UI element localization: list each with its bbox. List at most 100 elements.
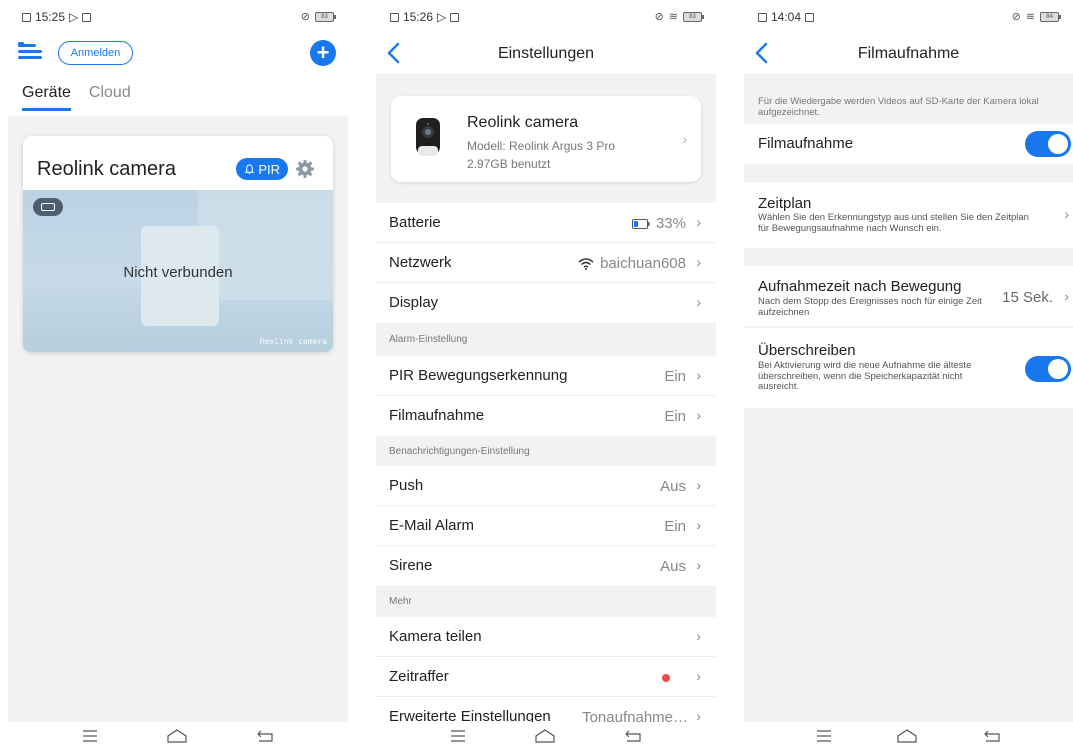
return-icon[interactable]	[982, 729, 1002, 743]
row-label: E-Mail Alarm	[389, 517, 475, 534]
chevron-right-icon: ›	[696, 477, 701, 493]
row-value: Aus	[660, 558, 686, 575]
camera-name: Reolink camera	[37, 158, 176, 180]
row-value: Ein	[664, 368, 686, 385]
return-icon[interactable]	[255, 729, 275, 743]
section-alarm: Alarm-Einstellung	[376, 324, 716, 354]
menu-icon[interactable]	[18, 42, 42, 60]
row-label: Filmaufnahme	[758, 135, 854, 152]
section-title: Mehr	[389, 596, 412, 607]
row-overwrite: Überschreiben Bei Aktivierung wird die n…	[744, 328, 1073, 408]
tab-devices[interactable]: Geräte	[22, 84, 71, 111]
section-title: Benachrichtigungen-Einstellung	[389, 446, 530, 457]
recent-apps-icon[interactable]	[449, 729, 467, 743]
device-card[interactable]: Reolink camera Modell: Reolink Argus 3 P…	[391, 96, 701, 182]
row-description: Nach dem Stopp des Ereignisses noch für …	[758, 296, 982, 318]
row-label: Kamera teilen	[389, 628, 482, 645]
play-icon: ▷	[69, 10, 79, 24]
mute-icon: ⊘	[1011, 11, 1021, 23]
play-icon: ▷	[437, 10, 447, 24]
pir-badge[interactable]: PIR	[236, 158, 288, 180]
recent-apps-icon[interactable]	[81, 729, 99, 743]
status-bar: 14:04 ⊘ ≋ 84	[744, 0, 1073, 34]
chevron-right-icon: ›	[696, 557, 701, 573]
chevron-right-icon: ›	[696, 407, 701, 423]
gear-icon[interactable]	[295, 159, 315, 179]
row-display[interactable]: Display ›	[376, 283, 716, 323]
notification-icon	[22, 12, 31, 22]
battery-indicator	[33, 198, 63, 216]
notification-icon	[390, 12, 399, 22]
row-recording[interactable]: Filmaufnahme Ein ›	[376, 396, 716, 436]
row-description: Bei Aktivierung wird die neue Aufnahme d…	[758, 360, 972, 392]
new-badge-dot	[662, 674, 670, 682]
row-label: Überschreiben	[758, 342, 856, 359]
row-label: Zeitraffer	[389, 668, 449, 685]
home-icon[interactable]	[533, 728, 557, 744]
home-icon[interactable]	[165, 728, 189, 744]
battery-icon: 84	[1040, 11, 1061, 22]
wifi-status-icon: ≋	[668, 11, 678, 23]
system-nav-bar	[376, 722, 716, 749]
row-value: 15 Sek.	[1002, 289, 1053, 306]
bell-icon	[244, 163, 255, 174]
return-icon[interactable]	[623, 729, 643, 743]
battery-icon	[631, 218, 650, 229]
row-label: Filmaufnahme	[389, 407, 485, 424]
row-pir-detection[interactable]: PIR Bewegungserkennung Ein ›	[376, 356, 716, 396]
row-network[interactable]: Netzwerk baichuan608 ›	[376, 243, 716, 283]
chevron-right-icon: ›	[1064, 206, 1069, 222]
row-recording-toggle: Filmaufnahme	[744, 124, 1073, 164]
login-button[interactable]: Anmelden	[58, 41, 133, 65]
device-list-screen: 15:25 ▷ ⊘ 83 Anmelden + Geräte Cloud Reo…	[8, 0, 348, 749]
system-nav-bar	[744, 722, 1073, 749]
row-value: 33%	[655, 215, 686, 232]
screens: 15:25 ▷ ⊘ 83 Anmelden + Geräte Cloud Reo…	[0, 0, 1073, 749]
row-post-motion[interactable]: Aufnahmezeit nach Bewegung Nach dem Stop…	[744, 266, 1073, 326]
pir-label: PIR	[258, 161, 280, 177]
chevron-right-icon: ›	[696, 517, 701, 533]
add-device-button[interactable]: +	[310, 40, 336, 66]
overwrite-toggle[interactable]	[1025, 356, 1071, 382]
row-value-wrap: baichuan608	[578, 255, 686, 272]
camera-card[interactable]: Reolink camera PIR Nicht verbunden Reoli…	[23, 136, 333, 352]
tab-cloud[interactable]: Cloud	[89, 84, 131, 111]
camera-preview[interactable]: Nicht verbunden Reolink camera	[23, 190, 333, 352]
row-share-camera[interactable]: Kamera teilen ›	[376, 617, 716, 657]
page-title: Einstellungen	[497, 45, 595, 62]
row-value-wrap: 33%	[631, 215, 686, 232]
app-icon	[805, 12, 815, 22]
connection-status: Nicht verbunden	[123, 264, 233, 281]
chevron-right-icon: ›	[682, 132, 687, 147]
row-email-alarm[interactable]: E-Mail Alarm Ein ›	[376, 506, 716, 546]
chevron-right-icon: ›	[696, 367, 701, 383]
recording-toggle[interactable]	[1025, 131, 1071, 157]
row-schedule[interactable]: Zeitplan Wählen Sie den Erkennungstyp au…	[744, 182, 1073, 248]
home-icon[interactable]	[895, 728, 919, 744]
row-push[interactable]: Push Aus ›	[376, 466, 716, 506]
row-siren[interactable]: Sirene Aus ›	[376, 546, 716, 586]
alarm-settings-group: PIR Bewegungserkennung Ein › Filmaufnahm…	[376, 356, 716, 436]
chevron-right-icon: ›	[696, 628, 701, 644]
header: Filmaufnahme	[744, 36, 1073, 72]
battery-icon: 83	[683, 11, 704, 22]
header: Einstellungen	[376, 36, 716, 72]
row-value: Ein	[664, 408, 686, 425]
section-notifications: Benachrichtigungen-Einstellung	[376, 436, 716, 466]
chevron-right-icon: ›	[1064, 288, 1069, 304]
preview-watermark: Reolink camera	[259, 337, 327, 346]
row-label: PIR Bewegungserkennung	[389, 367, 568, 384]
notification-dot	[18, 42, 24, 45]
mute-icon: ⊘	[300, 11, 310, 23]
row-timelapse[interactable]: Zeitraffer ›	[376, 657, 716, 697]
section-more: Mehr	[376, 586, 716, 616]
page-title: Filmaufnahme	[857, 45, 960, 62]
main-settings-group: Batterie 33% › Netzwerk baichuan608 › Di…	[376, 203, 716, 323]
tab-bar: Geräte Cloud	[22, 84, 131, 111]
status-time: 15:26	[403, 10, 434, 24]
wifi-status-icon: ≋	[1025, 11, 1035, 23]
system-nav-bar	[8, 722, 348, 749]
recent-apps-icon[interactable]	[815, 729, 833, 743]
row-battery[interactable]: Batterie 33% ›	[376, 203, 716, 243]
notification-settings-group: Push Aus › E-Mail Alarm Ein › Sirene Aus…	[376, 466, 716, 586]
